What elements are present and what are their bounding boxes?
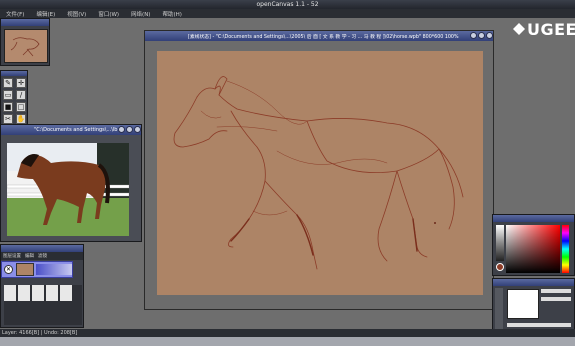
brush-tool-icon[interactable]: / xyxy=(16,90,26,100)
frame-thumbs xyxy=(4,285,72,301)
layer-thumbnail xyxy=(16,263,34,276)
current-color-swatch[interactable] xyxy=(496,263,504,271)
app-title-bar: openCanvas 1.1 - 52 xyxy=(0,0,575,9)
hue-slider[interactable] xyxy=(562,225,569,273)
canvas-title: [素线状态] - "C:\Documents and Settings\...\… xyxy=(188,34,459,40)
layer-panel: 图层设置 编辑 滤镜 ✕ xyxy=(0,244,84,328)
menu-file[interactable]: 文件(F) xyxy=(0,10,30,18)
minimize-icon[interactable] xyxy=(118,125,126,133)
color-swatch-column[interactable] xyxy=(496,225,504,261)
canvas-minimize-icon[interactable] xyxy=(470,31,477,39)
color-panel xyxy=(492,214,575,276)
menu-view[interactable]: 视图(V) xyxy=(61,10,92,18)
lasso-tool-icon[interactable]: ✂ xyxy=(3,114,13,124)
pen-tool-icon[interactable]: ✎ xyxy=(3,78,13,88)
visibility-icon[interactable]: ✕ xyxy=(4,265,13,274)
canvas-title-bar: [素线状态] - "C:\Documents and Settings\...\… xyxy=(145,31,493,41)
canvas-maximize-icon[interactable] xyxy=(478,31,485,39)
brand-logo: UGEE xyxy=(513,18,575,40)
reference-photo xyxy=(7,143,129,236)
color-title-bar xyxy=(493,215,574,222)
menu-edit[interactable]: 编辑(E) xyxy=(30,10,61,18)
navigator-horse-thumb xyxy=(10,37,40,57)
horse-photo-image xyxy=(7,143,129,236)
eraser-tool-icon[interactable]: ▭ xyxy=(3,90,13,100)
brush-preview[interactable] xyxy=(507,289,539,319)
reference-title-bar: "C:\Documents and Settings\...\lb xyxy=(1,125,141,135)
maximize-icon[interactable] xyxy=(126,125,134,133)
status-text: Layer: 4166[B] | Undo: 208[B] xyxy=(2,330,78,336)
layer-title-bar xyxy=(1,245,83,252)
menu-help[interactable]: 帮助(H) xyxy=(156,10,187,18)
navigator-preview[interactable] xyxy=(4,29,48,63)
logo-text: UGEE xyxy=(527,19,575,39)
fill-tool-icon[interactable]: ■ xyxy=(3,102,13,112)
select-tool-icon[interactable]: □ xyxy=(16,102,26,112)
brush-title-bar xyxy=(493,279,574,286)
layer-menu-filter[interactable]: 滤镜 xyxy=(36,253,49,259)
status-bar: Layer: 4166[B] | Undo: 208[B] xyxy=(0,329,575,337)
canvas-window: [素线状态] - "C:\Documents and Settings\...\… xyxy=(144,30,494,310)
layer-row[interactable]: ✕ xyxy=(1,261,73,278)
reference-title: "C:\Documents and Settings\...\lb xyxy=(34,127,118,133)
menu-bar: 文件(F) 编辑(E) 视图(V) 窗口(W) 网络(N) 帮助(H) xyxy=(0,9,575,18)
menu-network[interactable]: 网络(N) xyxy=(125,10,156,18)
reference-window: "C:\Documents and Settings\...\lb xyxy=(0,124,142,242)
navigator-panel xyxy=(0,18,50,66)
brush-opacity-slider[interactable] xyxy=(541,297,571,301)
close-icon[interactable] xyxy=(134,125,141,133)
layer-thumb-strip xyxy=(4,285,82,325)
layer-menu-settings[interactable]: 图层设置 xyxy=(1,253,23,259)
navigator-title-bar xyxy=(1,19,49,26)
tool-title-bar xyxy=(1,71,27,76)
bottom-strip xyxy=(0,337,575,346)
hand-tool-icon[interactable]: ✋ xyxy=(16,114,26,124)
logo-diamond-icon xyxy=(513,23,525,35)
canvas-close-icon[interactable] xyxy=(486,31,493,39)
app-title: openCanvas 1.1 - 52 xyxy=(256,1,319,8)
brush-size-slider[interactable] xyxy=(541,289,571,293)
move-tool-icon[interactable]: ✛ xyxy=(16,78,26,88)
layer-gradient xyxy=(36,264,72,275)
drawing-canvas[interactable] xyxy=(157,51,483,295)
brush-density-slider[interactable] xyxy=(507,323,571,327)
layer-menu-edit[interactable]: 编辑 xyxy=(23,253,36,259)
menu-window[interactable]: 窗口(W) xyxy=(92,10,125,18)
color-picker-square[interactable] xyxy=(506,225,560,273)
horse-sketch xyxy=(173,76,464,270)
layer-menu: 图层设置 编辑 滤镜 xyxy=(1,252,83,260)
